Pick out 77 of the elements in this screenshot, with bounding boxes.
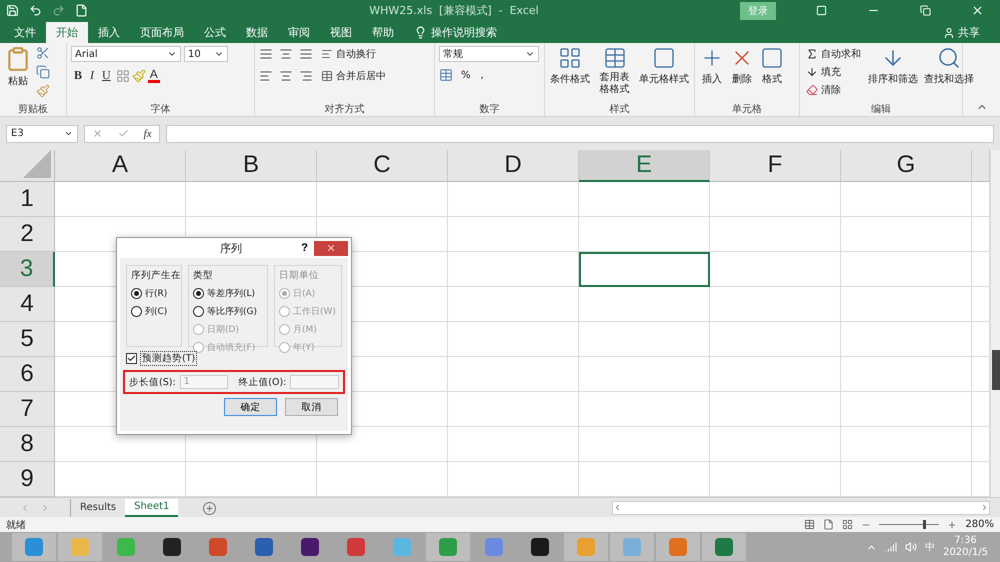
- wrap-text-button[interactable]: 自动换行: [319, 46, 378, 62]
- column-header[interactable]: B: [186, 150, 317, 182]
- font-color-button[interactable]: A: [148, 68, 160, 84]
- ribbon-tab[interactable]: 帮助: [362, 22, 404, 44]
- row-header[interactable]: 6: [0, 356, 55, 392]
- group-label: 编辑: [870, 102, 892, 116]
- row-header[interactable]: 7: [0, 392, 55, 427]
- field-label: 终止值(O):: [238, 376, 286, 388]
- window-title: WHW25.xls [兼容模式] - Excel: [368, 3, 540, 18]
- column-header[interactable]: D: [448, 150, 579, 182]
- editing-button[interactable]: 清除: [804, 82, 863, 98]
- row-header[interactable]: 2: [0, 216, 55, 252]
- row-header[interactable]: 3: [0, 252, 55, 287]
- radio-option[interactable]: 行(R): [131, 287, 177, 300]
- sheet-tab[interactable]: Sheet1: [125, 498, 178, 517]
- row-header[interactable]: 9: [0, 462, 55, 497]
- name-box[interactable]: E3: [6, 124, 78, 143]
- group-title: 日期单位: [279, 269, 320, 282]
- share-button[interactable]: 共享: [958, 25, 980, 40]
- ribbon-tab[interactable]: 视图: [320, 22, 362, 44]
- ribbon-tab[interactable]: 文件: [4, 22, 46, 44]
- group-label: 样式: [608, 102, 630, 116]
- dialog-title: 序列: [219, 240, 244, 256]
- row-header[interactable]: 5: [0, 322, 55, 357]
- ribbon-tab[interactable]: 公式: [194, 22, 236, 44]
- status-text: 就绪: [6, 518, 26, 532]
- group-label: 剪贴板: [17, 102, 49, 116]
- help-button[interactable]: ?: [295, 242, 314, 254]
- zoom-level: 280%: [965, 519, 994, 530]
- editing-button[interactable]: 查找和选择: [923, 46, 975, 102]
- row-header[interactable]: 8: [0, 426, 55, 462]
- radio-option[interactable]: 等比序列(G): [193, 305, 263, 318]
- row-header[interactable]: 4: [0, 286, 55, 322]
- number-format-field[interactable]: 常规: [439, 46, 539, 62]
- ribbon-tab[interactable]: 页面布局: [130, 22, 194, 44]
- style-button[interactable]: 条件格式: [549, 46, 591, 102]
- sheet-tab[interactable]: Results: [71, 498, 126, 517]
- style-button[interactable]: 单元格样式: [638, 46, 690, 102]
- merge-center-button[interactable]: 合并后居中: [319, 68, 388, 84]
- paste-button[interactable]: 粘贴: [4, 46, 32, 102]
- group-label: 字体: [150, 102, 172, 116]
- group-label: 单元格: [731, 102, 763, 116]
- font-name-field[interactable]: Arial: [71, 46, 181, 62]
- ribbon-tab[interactable]: 审阅: [278, 22, 320, 44]
- column-header[interactable]: E: [579, 150, 710, 182]
- column-header[interactable]: C: [317, 150, 448, 182]
- radio-option[interactable]: 等差序列(L): [193, 287, 263, 300]
- ribbon-tab[interactable]: 开始: [46, 22, 88, 44]
- style-button[interactable]: 套用表格格式: [595, 46, 634, 102]
- row-header[interactable]: 1: [0, 182, 55, 217]
- column-header[interactable]: G: [841, 150, 972, 182]
- font-size-field[interactable]: 10: [184, 46, 228, 62]
- editing-button[interactable]: 排序和筛选: [867, 46, 919, 102]
- cells-button[interactable]: 插入: [699, 46, 725, 102]
- editing-button[interactable]: 自动求和: [804, 46, 863, 62]
- dialog-button[interactable]: 取消: [285, 398, 338, 416]
- checkbox-label[interactable]: 预测趋势(T): [140, 351, 198, 366]
- italic-button[interactable]: I: [87, 68, 98, 84]
- group-title: 类型: [193, 269, 214, 282]
- tell-me-search[interactable]: 操作说明搜索: [431, 25, 497, 40]
- ribbon-tab[interactable]: 插入: [88, 22, 130, 44]
- cells-button[interactable]: 格式: [759, 46, 785, 102]
- ribbon-tab[interactable]: 数据: [236, 22, 278, 44]
- field-label: 步长值(S):: [129, 376, 176, 388]
- group-label: 对齐方式: [324, 102, 366, 116]
- cells-button[interactable]: 删除: [729, 46, 755, 102]
- column-header[interactable]: F: [710, 150, 841, 182]
- comma-button[interactable]: ,: [478, 68, 486, 82]
- group-label: 数字: [478, 102, 500, 116]
- dialog-button[interactable]: 确定: [224, 398, 277, 416]
- editing-button[interactable]: 填充: [804, 64, 863, 80]
- radio-option[interactable]: 列(C): [131, 305, 177, 318]
- column-header[interactable]: A: [55, 150, 186, 182]
- percent-button[interactable]: %: [459, 68, 473, 82]
- bold-button[interactable]: B: [71, 68, 86, 84]
- insert-function-button[interactable]: fx: [144, 128, 152, 140]
- underline-button[interactable]: U: [99, 68, 114, 84]
